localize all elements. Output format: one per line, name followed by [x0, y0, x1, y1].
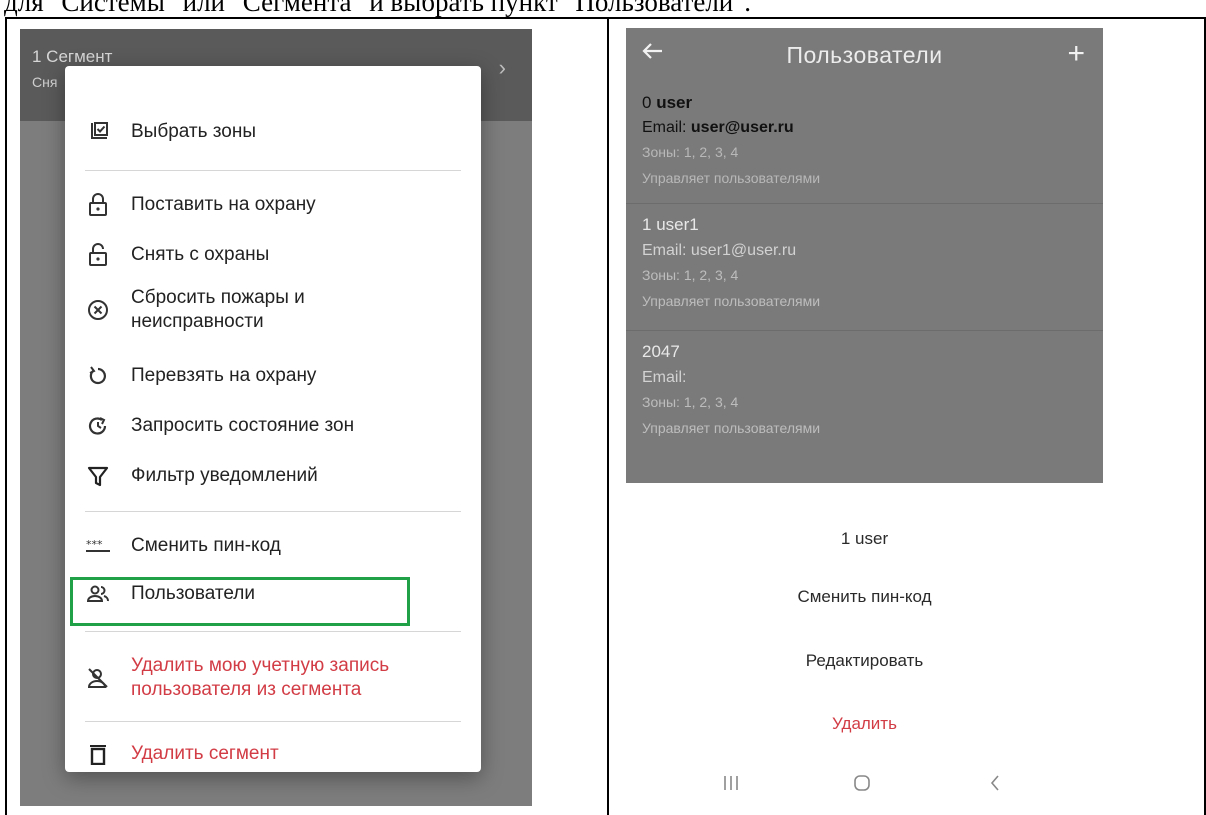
lock-open-icon [65, 243, 131, 267]
user-role: Управляет пользователями [642, 420, 821, 436]
lock-closed-icon [65, 193, 131, 217]
menu-item-label: Фильтр уведомлений [131, 465, 318, 486]
menu-divider [85, 511, 461, 512]
menu-item-label: Снять с охраны [131, 244, 270, 265]
user-email: user1@user.ru [690, 242, 797, 259]
context-menu: Выбрать зоны Поставить на охрану Снять с… [65, 66, 481, 772]
menu-item-delete-segment[interactable]: Удалить сегмент [65, 742, 481, 766]
page-title: Пользователи [786, 42, 943, 68]
menu-item-notification-filter[interactable]: Фильтр уведомлений [65, 464, 481, 488]
delete-button[interactable]: Удалить [626, 714, 1103, 734]
trash-icon [65, 743, 131, 765]
user-id: 2047 [642, 342, 680, 361]
menu-divider [85, 631, 461, 632]
home-icon[interactable] [852, 773, 872, 798]
menu-item-remove-my-account[interactable]: Удалить мою учетную запись пользователя … [65, 654, 481, 702]
user-name: user [656, 93, 693, 112]
list-divider [626, 330, 1103, 331]
users-highlight-frame [70, 577, 410, 626]
user-email-line: Email: user@user.ru [642, 119, 794, 137]
chevron-right-icon: › [498, 55, 506, 80]
menu-item-label: Удалить мою учетную запись пользователя … [131, 655, 390, 700]
user-email: user@user.ru [690, 119, 794, 136]
menu-divider [85, 170, 461, 171]
table-border-top [5, 17, 1206, 19]
refresh-clock-icon [65, 415, 131, 437]
menu-item-request-zone-state[interactable]: Запросить состояние зон [65, 414, 481, 438]
plus-icon[interactable]: + [1067, 39, 1085, 69]
menu-item-label: Запросить состояние зон [131, 415, 355, 436]
menu-item-label: Сбросить пожары и неисправности [131, 287, 305, 332]
menu-item-rearm[interactable]: Перевзять на охрану [65, 364, 481, 388]
pin-code-icon: *** [65, 539, 131, 553]
rotate-arrow-icon [65, 365, 131, 387]
user-name-line: 0 user [642, 93, 692, 113]
menu-item-label: Сменить пин-код [131, 535, 281, 556]
user-name-line: 2047 [642, 342, 680, 362]
email-label: Email: [642, 242, 687, 259]
menu-item-label: Перевзять на охрану [131, 365, 317, 386]
menu-item-arm[interactable]: Поставить на охрану [65, 193, 481, 217]
user-zones: Зоны: 1, 2, 3, 4 [642, 267, 739, 283]
list-divider [626, 203, 1103, 204]
user-name-line: 1 user1 [642, 215, 699, 235]
left-phone-screen: 1 Сегмент Сня › Выбрать зоны Поставить н… [20, 29, 532, 806]
menu-item-reset-fires[interactable]: Сбросить пожары и неисправности [65, 286, 481, 334]
menu-item-disarm[interactable]: Снять с охраны [65, 243, 481, 267]
filter-icon [65, 465, 131, 487]
user-role: Управляет пользователями [642, 293, 821, 309]
menu-item-label: Поставить на охрану [131, 194, 316, 215]
email-label: Email: [642, 369, 687, 386]
table-border-middle [607, 17, 609, 815]
table-border-left [5, 17, 7, 815]
circle-x-icon [65, 299, 131, 321]
user-zones: Зоны: 1, 2, 3, 4 [642, 144, 739, 160]
svg-text:***: *** [86, 539, 103, 551]
user-remove-icon [65, 667, 131, 689]
menu-item-change-pin[interactable]: *** Сменить пин-код [65, 534, 481, 558]
email-label: Email: [642, 119, 687, 136]
user-name: user1 [656, 215, 699, 234]
change-pin-button[interactable]: Сменить пин-код [626, 587, 1103, 607]
system-nav-bar [626, 769, 1103, 805]
sheet-title: 1 user [840, 529, 889, 548]
user-actions-sheet: 1 user Сменить пин-код Редактировать Уда… [626, 483, 1103, 805]
menu-item-select-zones[interactable]: Выбрать зоны [65, 120, 481, 144]
user-email-line: Email: user1@user.ru [642, 242, 796, 260]
user-list-item[interactable]: 1 user1 Email: user1@user.ru Зоны: 1, 2,… [626, 211, 1103, 326]
user-list-item[interactable]: 2047 Email: Зоны: 1, 2, 3, 4 Управляет п… [626, 338, 1103, 453]
menu-item-label: Выбрать зоны [131, 121, 257, 142]
back-chevron-icon[interactable] [988, 773, 1002, 798]
users-header: Пользователи + [626, 28, 1103, 84]
recent-apps-icon[interactable] [722, 773, 740, 798]
segment-subtitle: Сня [32, 74, 58, 90]
user-id: 0 [642, 93, 652, 112]
right-phone-screen: Пользователи + 0 user Email: user@user.r… [626, 28, 1103, 805]
user-zones: Зоны: 1, 2, 3, 4 [642, 394, 739, 410]
edit-button[interactable]: Редактировать [626, 651, 1103, 671]
user-email-line: Email: [642, 369, 686, 387]
checkbox-list-icon [65, 121, 131, 143]
menu-item-label: Удалить сегмент [131, 743, 279, 764]
user-list-item[interactable]: 0 user Email: user@user.ru Зоны: 1, 2, 3… [626, 88, 1103, 203]
user-id: 1 [642, 215, 652, 234]
segment-title: 1 Сегмент [32, 47, 113, 66]
menu-divider [85, 721, 461, 722]
user-role: Управляет пользователями [642, 170, 821, 186]
